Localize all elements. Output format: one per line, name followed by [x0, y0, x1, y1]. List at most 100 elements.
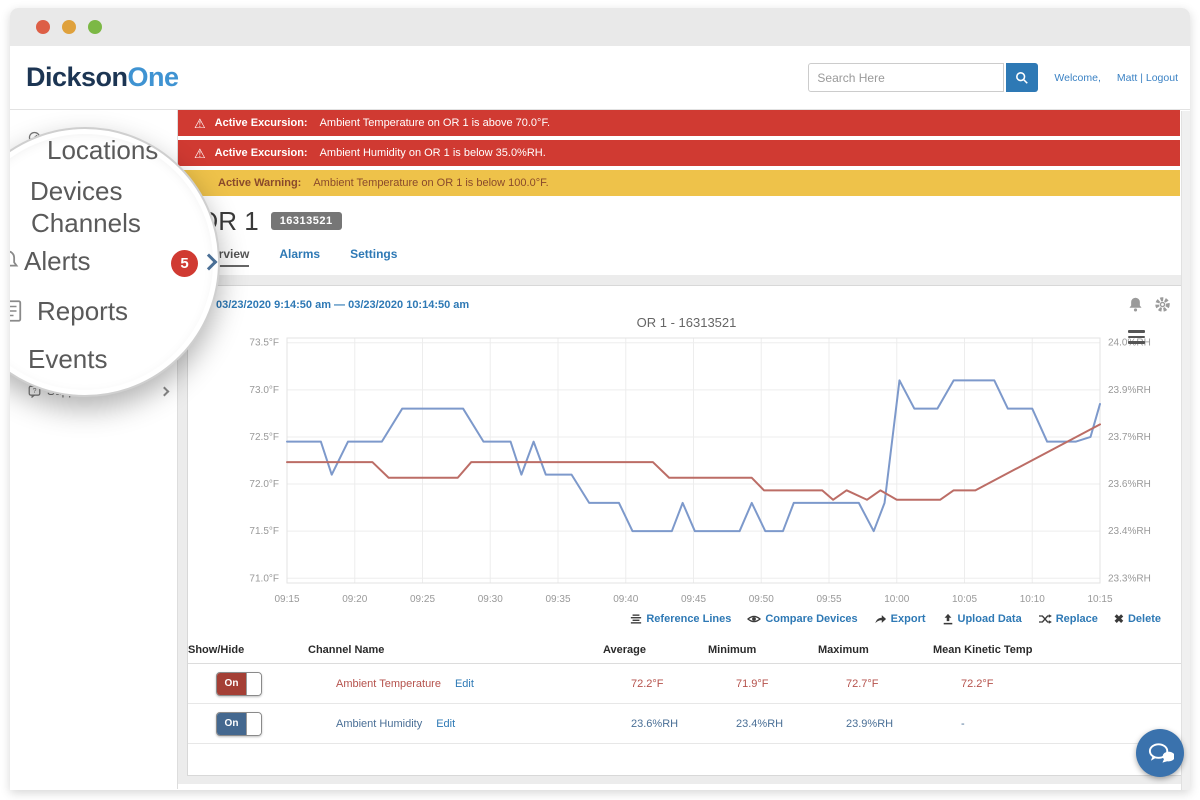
edit-link[interactable]: Edit: [455, 678, 474, 690]
chart-title: OR 1 - 16313521: [188, 315, 1185, 330]
chart-actions: Reference Lines Compare Devices Export: [188, 610, 1185, 634]
panel-header-icons: [1127, 296, 1171, 313]
date-range-link[interactable]: 03/23/2020 9:14:50 am — 03/23/2020 10:14…: [216, 299, 469, 311]
upload-data-button[interactable]: Upload Data: [942, 613, 1022, 625]
svg-text:23.3%RH: 23.3%RH: [1108, 573, 1151, 584]
search-button[interactable]: [1006, 63, 1038, 92]
tabs: Overview Alarms Settings: [178, 247, 1190, 271]
svg-text:09:55: 09:55: [816, 594, 841, 605]
page-title-row: OR 1 16313521: [178, 205, 1190, 237]
line-chart: 09:1509:2009:2509:3009:3509:4009:4509:50…: [188, 330, 1184, 610]
svg-text:71.0°F: 71.0°F: [249, 573, 279, 584]
svg-text:71.5°F: 71.5°F: [249, 526, 279, 537]
chevron-right-icon: [160, 386, 170, 396]
max-value: 23.9%RH: [846, 718, 961, 730]
svg-text:09:40: 09:40: [613, 594, 638, 605]
alert-banner-warning-temperature: Active Warning: Ambient Temperature on OR…: [178, 170, 1180, 196]
channel-name: Ambient Humidity: [336, 718, 422, 730]
delete-button[interactable]: ✖ Delete: [1114, 612, 1161, 626]
banner-label: Active Excursion:: [215, 117, 308, 129]
search-icon: [1015, 71, 1029, 85]
banner-message: Ambient Temperature on OR 1 is below 100…: [313, 177, 548, 189]
report-document-icon: [10, 299, 24, 323]
user-links: Welcome, Matt | Logout: [1054, 72, 1178, 84]
compare-devices-button[interactable]: Compare Devices: [747, 613, 857, 625]
action-label: Compare Devices: [765, 613, 857, 625]
device-panel: 03/23/2020 9:14:50 am — 03/23/2020 10:14…: [187, 285, 1186, 776]
svg-text:09:30: 09:30: [478, 594, 503, 605]
logo-part-one: One: [128, 62, 179, 92]
svg-text:10:10: 10:10: [1020, 594, 1045, 605]
sidebar-item-locations[interactable]: Locations: [47, 135, 158, 166]
col-mean-kinetic-temp: Mean Kinetic Temp: [933, 644, 1185, 656]
panel-header: 03/23/2020 9:14:50 am — 03/23/2020 10:14…: [188, 286, 1185, 313]
tab-settings[interactable]: Settings: [350, 247, 397, 265]
alert-banner-excursion-humidity: ⚠ Active Excursion: Ambient Humidity on O…: [178, 140, 1180, 166]
main-content: ⚠ Active Excursion: Ambient Temperature o…: [178, 110, 1190, 789]
svg-text:09:35: 09:35: [545, 594, 570, 605]
show-hide-toggle[interactable]: On: [216, 712, 262, 736]
search-box: [808, 63, 1038, 92]
edit-link[interactable]: Edit: [436, 718, 455, 730]
col-show-hide: Show/Hide: [188, 644, 308, 656]
reference-lines-icon: [630, 613, 642, 625]
user-logout-link[interactable]: Matt | Logout: [1117, 72, 1178, 84]
bell-icon[interactable]: [1127, 296, 1144, 313]
svg-text:09:15: 09:15: [274, 594, 299, 605]
warning-triangle-icon: ⚠: [194, 147, 206, 160]
sidebar-item-reports[interactable]: Reports: [37, 296, 128, 327]
device-id-badge: 16313521: [271, 212, 342, 230]
replace-button[interactable]: Replace: [1038, 613, 1098, 625]
minimize-window-dot[interactable]: [62, 20, 76, 34]
show-hide-toggle[interactable]: On: [216, 672, 262, 696]
delete-x-icon: ✖: [1114, 612, 1124, 626]
toggle-on-label: On: [217, 713, 246, 735]
export-button[interactable]: Export: [874, 613, 926, 625]
channel-name: Ambient Temperature: [336, 678, 441, 690]
close-window-dot[interactable]: [36, 20, 50, 34]
svg-text:09:45: 09:45: [681, 594, 706, 605]
gear-icon[interactable]: [1154, 296, 1171, 313]
svg-text:09:20: 09:20: [342, 594, 367, 605]
col-average: Average: [603, 644, 708, 656]
svg-text:72.5°F: 72.5°F: [249, 432, 279, 443]
header-right: Welcome, Matt | Logout: [808, 63, 1178, 92]
banner-message: Ambient Temperature on OR 1 is above 70.…: [320, 117, 550, 129]
sidebar-item-alerts[interactable]: Alerts: [24, 246, 90, 277]
app: DicksonOne Welcome, Matt | Logout: [10, 46, 1190, 790]
reference-lines-button[interactable]: Reference Lines: [630, 613, 731, 625]
chevron-right-icon[interactable]: [201, 254, 218, 271]
max-value: 72.7°F: [846, 678, 961, 690]
toggle-knob: [246, 713, 261, 735]
toggle-on-label: On: [217, 673, 246, 695]
svg-text:73.5°F: 73.5°F: [249, 338, 279, 349]
toggle-knob: [246, 673, 261, 695]
alert-banner-excursion-temperature: ⚠ Active Excursion:Ambient Temperature o…: [178, 110, 1180, 136]
sidebar-item-events[interactable]: Events: [28, 344, 108, 375]
svg-text:72.0°F: 72.0°F: [249, 479, 279, 490]
replace-shuffle-icon: [1038, 613, 1052, 625]
action-label: Upload Data: [958, 613, 1022, 625]
chat-support-button[interactable]: [1136, 729, 1184, 777]
browser-chrome: [10, 8, 1190, 46]
svg-text:10:15: 10:15: [1087, 594, 1112, 605]
welcome-link[interactable]: Welcome,: [1054, 72, 1101, 84]
scrollbar[interactable]: [1181, 111, 1190, 790]
sidebar-item-devices[interactable]: Devices: [30, 176, 122, 207]
col-channel-name: Channel Name: [308, 644, 603, 656]
svg-text:10:00: 10:00: [884, 594, 909, 605]
tab-alarms[interactable]: Alarms: [279, 247, 320, 265]
svg-text:23.4%RH: 23.4%RH: [1108, 526, 1151, 537]
search-input[interactable]: [808, 63, 1004, 92]
banner-message: Ambient Humidity on OR 1 is below 35.0%R…: [320, 147, 546, 159]
maximize-window-dot[interactable]: [88, 20, 102, 34]
bell-icon: [10, 249, 20, 273]
chart-menu-icon[interactable]: [1128, 330, 1145, 344]
banner-label: Active Excursion:: [215, 147, 308, 159]
sidebar-item-channels[interactable]: Channels: [31, 208, 141, 239]
banner-label: Active Warning:: [218, 177, 301, 189]
app-header: DicksonOne Welcome, Matt | Logout: [10, 46, 1190, 110]
col-maximum: Maximum: [818, 644, 933, 656]
eye-icon: [747, 613, 761, 625]
dicksonone-logo: DicksonOne: [26, 62, 179, 93]
